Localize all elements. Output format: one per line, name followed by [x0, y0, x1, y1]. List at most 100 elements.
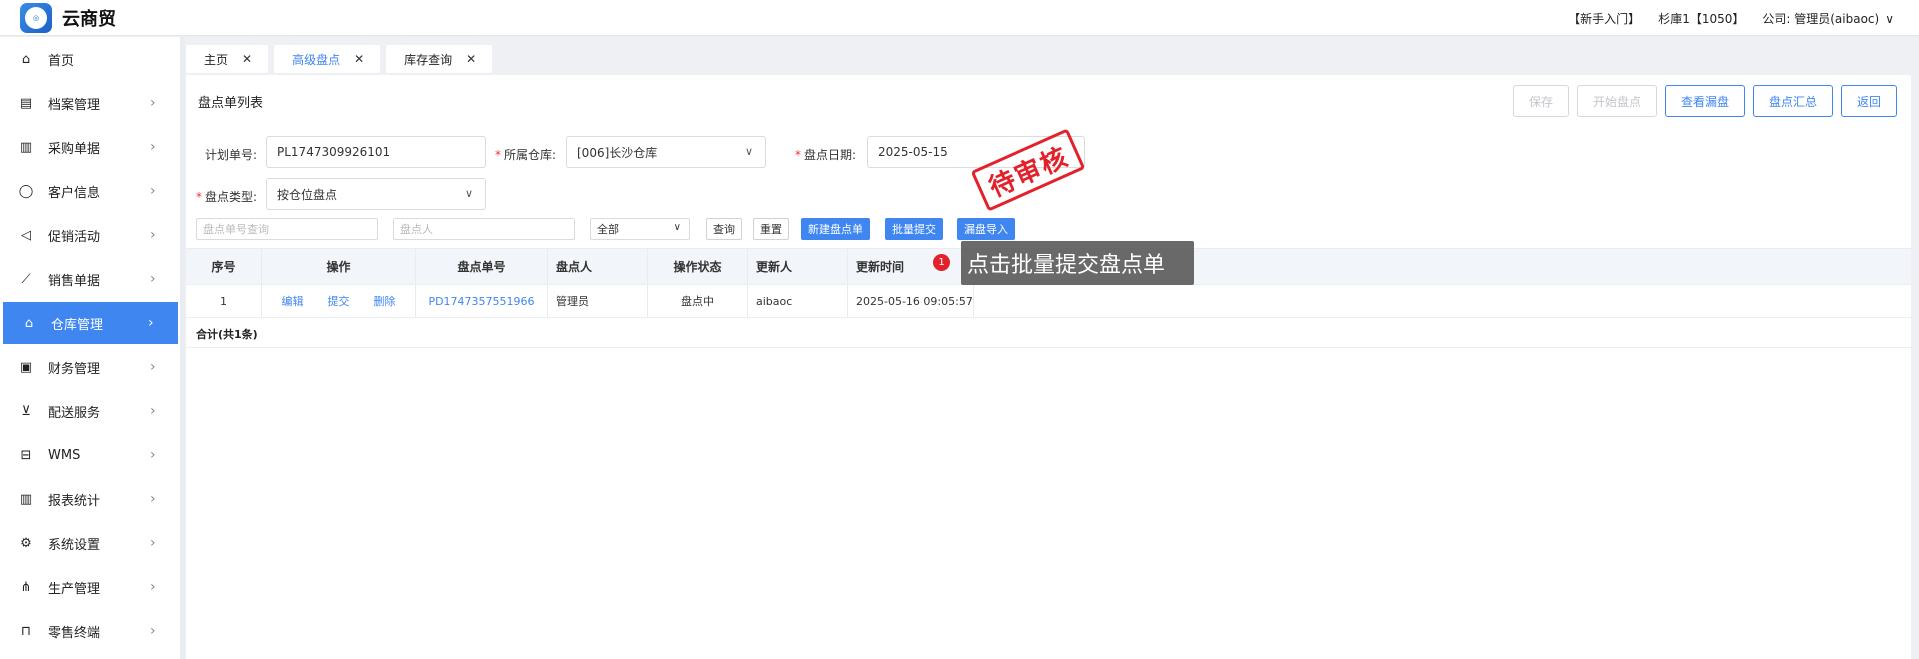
- tab-2[interactable]: 库存查询 ✕: [386, 45, 493, 73]
- submit-link[interactable]: 提交: [328, 293, 350, 309]
- sidebar-item-13[interactable]: ⊓ 零售终端 ›: [0, 610, 180, 652]
- sidebar-item-label: 配送服务: [48, 405, 101, 421]
- row-order-no-link[interactable]: PD1747357551966: [416, 285, 548, 317]
- tab-1[interactable]: 高级盘点 ✕: [274, 45, 381, 73]
- sidebar-item-9[interactable]: ⊟ WMS ›: [0, 434, 180, 476]
- save-button[interactable]: 保存: [1513, 85, 1569, 117]
- archive-icon: ▤: [19, 95, 33, 111]
- sidebar-item-10[interactable]: ▥ 报表统计 ›: [0, 478, 180, 520]
- sidebar-item-4[interactable]: ◁ 促销活动 ›: [0, 214, 180, 256]
- company-menu[interactable]: 公司: 管理员(aibaoc) ∨: [1762, 10, 1894, 27]
- sidebar-item-6[interactable]: ⌂ 仓库管理 ›: [3, 302, 178, 344]
- sidebar-item-label: 仓库管理: [51, 317, 104, 333]
- action-buttons: 保存 开始盘点 查看漏盘 盘点汇总 返回: [1513, 85, 1897, 117]
- warehouse-icon: ⌂: [24, 315, 34, 331]
- megaphone-icon: ◁: [21, 227, 31, 243]
- sidebar-item-label: 生产管理: [48, 581, 101, 597]
- sidebar-item-label: 客户信息: [48, 185, 101, 201]
- count-summary-button[interactable]: 盘点汇总: [1753, 85, 1833, 117]
- sidebar-item-label: 首页: [48, 53, 75, 69]
- chevron-right-icon: ›: [150, 183, 156, 199]
- close-icon[interactable]: ✕: [354, 52, 364, 66]
- sidebar-item-label: 报表统计: [48, 493, 101, 509]
- close-icon[interactable]: ✕: [466, 52, 476, 66]
- reset-button[interactable]: 重置: [753, 218, 789, 240]
- edit-link[interactable]: 编辑: [282, 293, 304, 309]
- plan-no-value: PL1747309926101: [277, 145, 391, 159]
- sidebar-item-label: 销售单据: [48, 273, 101, 289]
- sidebar-item-7[interactable]: ▣ 财务管理 ›: [0, 346, 180, 388]
- row-update-time: 2025-05-16 09:05:57: [848, 285, 974, 317]
- row-updater: aibaoc: [748, 285, 848, 317]
- tab-0[interactable]: 主页 ✕: [186, 45, 269, 73]
- date-label-text: 盘点日期:: [804, 148, 857, 162]
- sidebar-scrollbar[interactable]: [180, 37, 185, 659]
- sidebar-item-2[interactable]: ▥ 采购单据 ›: [0, 126, 180, 168]
- chevron-down-icon: ∨: [464, 187, 473, 200]
- row-counter: 管理员: [548, 285, 648, 317]
- bar-chart-icon: ▥: [19, 491, 33, 507]
- header-update-time: 更新时间: [848, 249, 974, 284]
- gear-icon: ⚙: [20, 535, 32, 551]
- sidebar-item-3[interactable]: ◯ 客户信息 ›: [0, 170, 180, 212]
- tab-label: 库存查询: [404, 52, 453, 67]
- sidebar-item-8[interactable]: ⊻ 配送服务 ›: [0, 390, 180, 432]
- network-icon: ⋔: [20, 579, 32, 595]
- back-button[interactable]: 返回: [1841, 85, 1897, 117]
- page-title: 盘点单列表: [198, 96, 264, 111]
- sidebar-item-label: 促销活动: [48, 229, 101, 245]
- table-row[interactable]: 1 编辑 提交 删除 PD1747357551966 管理员 盘点中 aibao…: [186, 284, 1911, 318]
- type-label-text: 盘点类型:: [205, 190, 258, 204]
- guide-tooltip: 点击批量提交盘点单: [961, 241, 1194, 285]
- home-icon: ⌂: [21, 51, 31, 67]
- app-logo: ◎: [20, 3, 52, 33]
- header-seq: 序号: [186, 249, 262, 284]
- type-value: 按仓位盘点: [277, 187, 338, 202]
- chevron-down-icon: ∨: [744, 145, 753, 158]
- sidebar-item-label: 零售终端: [48, 625, 101, 641]
- new-count-order-button[interactable]: 新建盘点单: [801, 218, 870, 240]
- chevron-right-icon: ›: [150, 139, 156, 155]
- sidebar-item-5[interactable]: ⟋ 销售单据 ›: [0, 258, 180, 300]
- guide-link[interactable]: 【新手入门】: [1568, 10, 1640, 27]
- chevron-right-icon: ›: [150, 359, 156, 375]
- close-icon[interactable]: ✕: [242, 52, 252, 66]
- plan-no-label: 计划单号:: [205, 148, 258, 162]
- chevron-right-icon: ›: [150, 535, 156, 551]
- delete-link[interactable]: 删除: [374, 293, 396, 309]
- document-icon: ▥: [19, 139, 33, 155]
- cart-icon: ⊻: [21, 403, 31, 419]
- sidebar-item-12[interactable]: ⋔ 生产管理 ›: [0, 566, 180, 608]
- date-value: 2025-05-15: [878, 145, 948, 159]
- type-select[interactable]: 按仓位盘点 ∨: [266, 178, 486, 210]
- type-label: * 盘点类型:: [196, 190, 258, 204]
- query-button[interactable]: 查询: [706, 218, 742, 240]
- tab-bar: 主页 ✕ 高级盘点 ✕ 库存查询 ✕: [186, 45, 493, 73]
- store-label[interactable]: 杉庫1【1050】: [1658, 10, 1744, 27]
- plan-no-field[interactable]: PL1747309926101: [266, 136, 486, 168]
- order-search-input[interactable]: 盘点单号查询: [196, 218, 378, 240]
- chevron-right-icon: ›: [150, 447, 156, 463]
- header-operation: 操作: [262, 249, 416, 284]
- sidebar-item-label: 档案管理: [48, 97, 101, 113]
- table-summary: 合计(共1条): [186, 320, 1911, 348]
- view-missing-button[interactable]: 查看漏盘: [1665, 85, 1745, 117]
- missing-import-button[interactable]: 漏盘导入: [957, 218, 1015, 240]
- header-order-no: 盘点单号: [416, 249, 548, 284]
- top-bar: ◎ 云商贸 【新手入门】 杉庫1【1050】 公司: 管理员(aibaoc) ∨: [0, 0, 1919, 36]
- start-count-button[interactable]: 开始盘点: [1577, 85, 1657, 117]
- warehouse-select[interactable]: [006]长沙仓库 ∨: [566, 136, 766, 168]
- chevron-down-icon: ∨: [673, 222, 681, 233]
- bag-icon: ⊓: [20, 623, 32, 639]
- sidebar-item-11[interactable]: ⚙ 系统设置 ›: [0, 522, 180, 564]
- tab-label: 高级盘点: [292, 52, 341, 67]
- chevron-right-icon: ›: [150, 491, 156, 507]
- top-right-info: 【新手入门】 杉庫1【1050】 公司: 管理员(aibaoc) ∨: [1568, 10, 1894, 27]
- truck-icon: ⊟: [20, 447, 32, 463]
- sidebar-item-0[interactable]: ⌂ 首页: [0, 38, 180, 80]
- batch-submit-button[interactable]: 批量提交: [885, 218, 943, 240]
- sidebar-item-1[interactable]: ▤ 档案管理 ›: [0, 82, 180, 124]
- person-search-input[interactable]: 盘点人: [393, 218, 575, 240]
- chevron-down-icon: ∨: [1885, 12, 1894, 26]
- status-filter-select[interactable]: 全部 ∨: [590, 218, 690, 240]
